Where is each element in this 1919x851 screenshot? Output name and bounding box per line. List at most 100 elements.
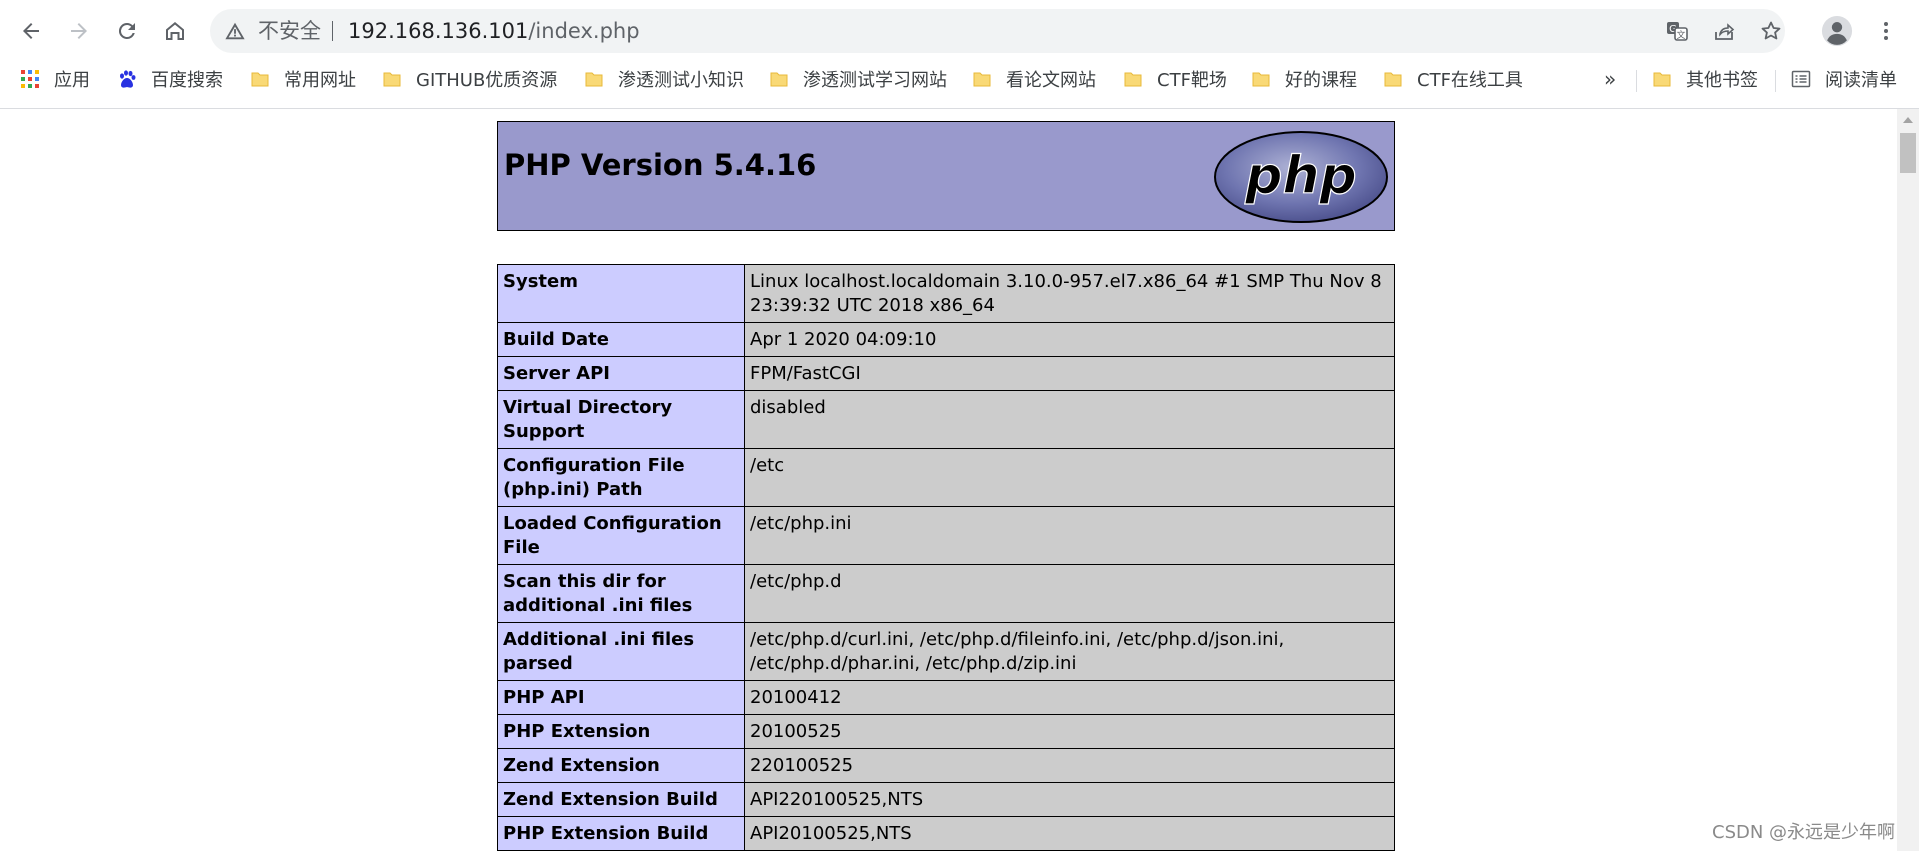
table-row: System Linux localhost.localdomain 3.10.0… (497, 264, 1395, 323)
bookmark-label: 百度搜索 (151, 70, 223, 91)
info-key: Scan this dir for additional .ini files (497, 564, 745, 623)
bookmark-label: CTF靶场 (1157, 70, 1227, 91)
table-row: Scan this dir for additional .ini files /… (497, 564, 1395, 623)
bookmark-other[interactable]: 其他书签 (1652, 62, 1758, 96)
folder-icon (770, 72, 788, 87)
folder-icon (251, 72, 269, 87)
bookmark-label: 其他书签 (1686, 70, 1758, 91)
info-key: System (497, 264, 745, 323)
folder-icon (383, 72, 401, 87)
bookmark-apps[interactable]: 应用 (20, 62, 90, 96)
php-info-table: System Linux localhost.localdomain 3.10.0… (497, 264, 1395, 851)
table-row: PHP Extension Build API20100525,NTS (497, 816, 1395, 851)
forward-button[interactable] (62, 14, 96, 48)
reload-button[interactable] (110, 14, 144, 48)
scrollbar-thumb[interactable] (1900, 133, 1916, 173)
info-value: 20100412 (744, 680, 1395, 715)
info-value: disabled (744, 390, 1395, 449)
menu-button[interactable] (1869, 14, 1903, 48)
bookmark-label: 常用网址 (284, 70, 356, 91)
table-row: Virtual Directory Support disabled (497, 390, 1395, 449)
table-row: Server API FPM/FastCGI (497, 356, 1395, 391)
bookmark-baidu[interactable]: 百度搜索 (117, 62, 223, 96)
page-title: PHP Version 5.4.16 (504, 148, 817, 182)
table-row: Additional .ini files parsed/etc/php.d/c… (497, 622, 1395, 681)
bookmark-folder[interactable]: 常用网址 (250, 62, 356, 96)
bookmark-star-icon[interactable] (1759, 19, 1783, 43)
folder-icon (585, 72, 603, 87)
reading-list-button[interactable]: 阅读清单 (1791, 62, 1897, 96)
profile-button[interactable] (1820, 14, 1854, 48)
info-key: Server API (497, 356, 745, 391)
bookmark-label: 好的课程 (1285, 70, 1357, 91)
info-key: PHP Extension Build (497, 816, 745, 851)
folder-icon (1653, 72, 1671, 87)
csdn-watermark: CSDN @永远是少年啊 (1712, 822, 1896, 843)
info-key: Build Date (497, 322, 745, 357)
bookmark-label: 阅读清单 (1825, 70, 1897, 91)
more-vertical-icon (1884, 22, 1888, 40)
translate-icon[interactable]: G 文 (1665, 19, 1689, 43)
info-value: /etc/php.d (744, 564, 1395, 623)
info-value: /etc (744, 448, 1395, 507)
bookmark-folder[interactable]: CTF在线工具 (1383, 62, 1523, 96)
svg-text:文: 文 (1676, 29, 1685, 41)
bookmark-label: 应用 (54, 70, 90, 91)
bookmark-folder[interactable]: 好的课程 (1251, 62, 1357, 96)
php-version-header: PHP Version 5.4.16 php (497, 121, 1395, 231)
folder-icon (1124, 72, 1142, 87)
bookmark-folder[interactable]: 渗透测试小知识 (584, 62, 744, 96)
chevron-double-right-icon: » (1604, 67, 1617, 91)
bookmark-label: 看论文网站 (1006, 70, 1096, 91)
info-value: API20100525,NTS (744, 816, 1395, 851)
home-button[interactable] (158, 14, 192, 48)
bookmark-label: CTF在线工具 (1417, 70, 1523, 91)
bookmark-folder[interactable]: CTF靶场 (1123, 62, 1227, 96)
share-icon[interactable] (1712, 19, 1736, 43)
not-secure-label[interactable]: 不安全 (258, 9, 321, 53)
table-row: Configuration File (php.ini) Path/etc (497, 448, 1395, 507)
page-content: PHP Version 5.4.16 php System Linux local… (0, 109, 1897, 851)
address-bar[interactable]: 不安全 192.168.136.101/index.php G 文 (210, 9, 1785, 53)
table-row: PHP API 20100412 (497, 680, 1395, 715)
php-logo: php (1214, 131, 1388, 223)
bookmark-folder[interactable]: 渗透测试学习网站 (769, 62, 947, 96)
info-key: PHP API (497, 680, 745, 715)
warning-triangle-icon[interactable] (224, 20, 246, 42)
apps-grid-icon (21, 70, 39, 88)
php-logo-text: php (1244, 146, 1356, 206)
info-key: Configuration File (php.ini) Path (497, 448, 745, 507)
info-key: Zend Extension (497, 748, 745, 783)
info-key: Zend Extension Build (497, 782, 745, 817)
url-host[interactable]: 192.168.136.101 (348, 19, 528, 43)
scroll-up-arrow-icon[interactable] (1902, 115, 1914, 125)
bookmark-folder[interactable]: 看论文网站 (972, 62, 1096, 96)
bookmark-label: GITHUB优质资源 (416, 70, 558, 91)
info-value: /etc/php.ini (744, 506, 1395, 565)
reading-list-icon (1791, 70, 1811, 88)
reload-icon (118, 22, 135, 39)
vertical-scrollbar[interactable] (1897, 109, 1919, 851)
folder-icon (1384, 72, 1402, 87)
url-path[interactable]: /index.php (528, 19, 639, 43)
info-value: /etc/php.d/curl.ini, /etc/php.d/fileinfo… (744, 622, 1395, 681)
bookmarks-overflow-button[interactable]: » (1604, 62, 1616, 96)
info-value: FPM/FastCGI (744, 356, 1395, 391)
bookmark-label: 渗透测试小知识 (618, 70, 744, 91)
info-value: Apr 1 2020 04:09:10 (744, 322, 1395, 357)
arrow-right-icon (71, 23, 87, 39)
info-value: 220100525 (744, 748, 1395, 783)
info-key: Loaded Configuration File (497, 506, 745, 565)
bookmark-folder[interactable]: GITHUB优质资源 (382, 62, 557, 96)
php-info-table-body: System Linux localhost.localdomain 3.10.0… (497, 264, 1395, 851)
folder-icon (1252, 72, 1270, 87)
url-text[interactable]: 192.168.136.101/index.php (348, 9, 640, 53)
avatar-icon (1821, 15, 1853, 47)
info-key: PHP Extension (497, 714, 745, 749)
table-row: Zend Extension 220100525 (497, 748, 1395, 783)
home-icon (166, 22, 184, 40)
back-button[interactable] (14, 14, 48, 48)
info-value: 20100525 (744, 714, 1395, 749)
bookmarks-divider (1636, 70, 1637, 92)
table-row: PHP Extension 20100525 (497, 714, 1395, 749)
